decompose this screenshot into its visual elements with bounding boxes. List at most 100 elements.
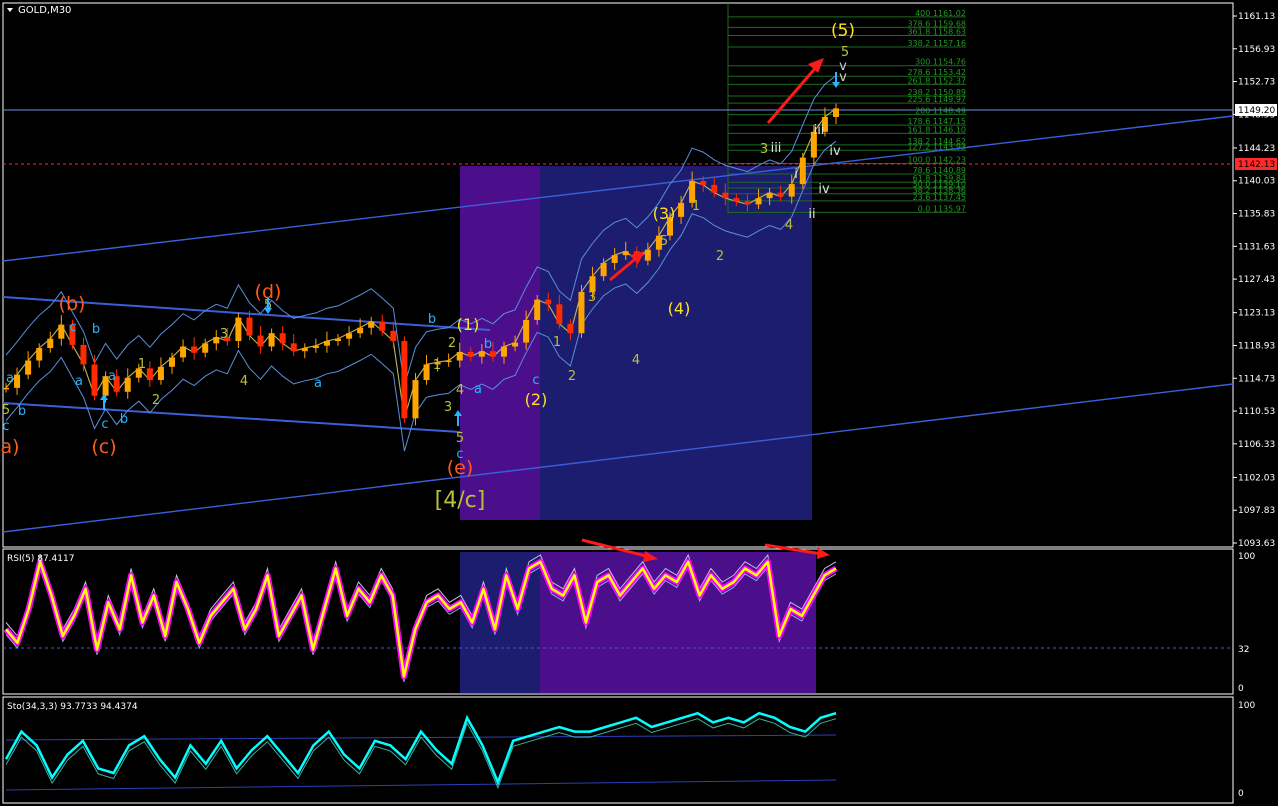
candle-body [678,202,685,217]
minor-wave-label: i [794,167,798,182]
minor-wave-label: 1 [692,199,700,214]
minor-wave-label: c [2,419,9,434]
candle-body [512,342,519,347]
candle-body [47,338,54,349]
rsi-axis-0: 0 [1238,684,1244,694]
rsi-axis-100: 100 [1238,552,1255,562]
price-tick-label: 1135.83 [1238,210,1275,220]
candle-body [423,364,430,381]
candle-body [279,333,286,344]
minor-wave-label: 4 [456,383,464,398]
fib-label: 100.0 1142.23 [907,156,966,165]
minor-wave-label: 1 [433,358,441,373]
candle-body [3,387,9,390]
candle-body [545,299,552,305]
candle-body [191,346,198,353]
candle-body [733,198,740,202]
fib-label: 361.8 1158.63 [907,28,966,37]
candle-body [257,335,264,347]
price-tick-label: 1114.73 [1238,374,1275,384]
wave-label-c: (c) [91,436,116,458]
fib-label: 300 1154.76 [915,58,966,67]
candle-body [390,330,397,342]
minor-wave-label: b [428,312,436,327]
price-tick-label: 1152.73 [1238,78,1275,88]
minor-wave-label: 1 [553,335,561,350]
candle-body [600,262,607,277]
wave-label-3-major: (3) [653,204,676,223]
symbol-title: GOLD,M30 [18,5,71,16]
candle-body [611,255,618,263]
rsi-axis-32: 32 [1238,645,1249,655]
candle-body [246,317,253,336]
minor-wave-label: 3 [220,327,228,342]
candle-body [213,337,220,344]
candle-body [290,343,297,352]
minor-wave-label: 3 [760,142,768,157]
candle-body [534,299,541,320]
candle-body [14,374,21,388]
minor-wave-label: iv [818,182,830,197]
minor-wave-label: c [69,320,76,335]
candle-body [777,192,784,197]
minor-wave-label: a [474,382,482,397]
candle-body [501,346,507,357]
candle-body [180,346,187,358]
minor-wave-label: ii [808,207,815,222]
fib-label: 0.0 1135.97 [918,204,966,213]
minor-wave-label: a [6,371,14,386]
candle-body [722,192,729,199]
candle-body [622,251,629,256]
fib-label: 261.8 1152.37 [907,76,966,85]
zone-blue-main [540,166,812,520]
minor-wave-label: 5 [841,45,849,60]
fib-label: 338.2 1157.16 [907,39,966,48]
price-tick-label: 1123.13 [1238,309,1275,319]
minor-wave-label: b [484,337,492,352]
wave-label-b: (b) [59,293,86,315]
minor-wave-label: 5 [456,431,464,446]
price-tick-label: 1156.93 [1238,45,1275,55]
ref-price-label: 1142.13 [1238,160,1275,170]
candle-body [644,249,651,261]
minor-wave-label: c [532,373,539,388]
minor-wave-label: 4 [240,374,248,389]
minor-wave-label: 2 [152,393,160,408]
candle-body [80,344,87,365]
minor-wave-label: a [75,374,83,389]
minor-wave-label: b [18,404,26,419]
candle-body [301,348,308,352]
price-tick-label: 1102.03 [1238,473,1275,483]
price-tick-label: 1093.63 [1238,539,1275,549]
candle-body [556,304,563,324]
candle-body [36,348,43,361]
candle-body [799,157,806,185]
price-tick-label: 1131.63 [1238,242,1275,252]
candle-body [91,364,98,396]
minor-wave-label: iii [814,123,825,138]
candle-body [445,360,452,363]
fib-label: 400 1161.02 [915,9,966,18]
candle-body [124,377,131,392]
candle-body [755,198,762,205]
price-tick-label: 1144.23 [1238,144,1275,154]
wave-label-2-major: (2) [525,390,548,409]
minor-wave-label: a [314,376,322,391]
price-tick-label: 1097.83 [1238,506,1275,516]
price-tick-label: 1110.53 [1238,407,1275,417]
minor-wave-label: a [108,369,116,384]
candle-body [357,327,364,334]
minor-wave-label: 3 [444,400,452,415]
candle-body [202,343,209,353]
price-tick-label: 1118.93 [1238,341,1275,351]
minor-wave-label: 4 [785,218,793,233]
candle-body [25,360,32,375]
wave-label-4-major: (4) [668,299,691,318]
candle-body [456,351,463,361]
sto-axis-0: 0 [1238,789,1244,799]
rsi-label: RSI(5) 87.4117 [7,554,74,564]
wave-label-1-major: (1) [457,315,480,334]
minor-wave-label: 2 [716,249,724,264]
candle-body [567,323,574,334]
fib-label: 225.6 1149.97 [907,95,966,104]
